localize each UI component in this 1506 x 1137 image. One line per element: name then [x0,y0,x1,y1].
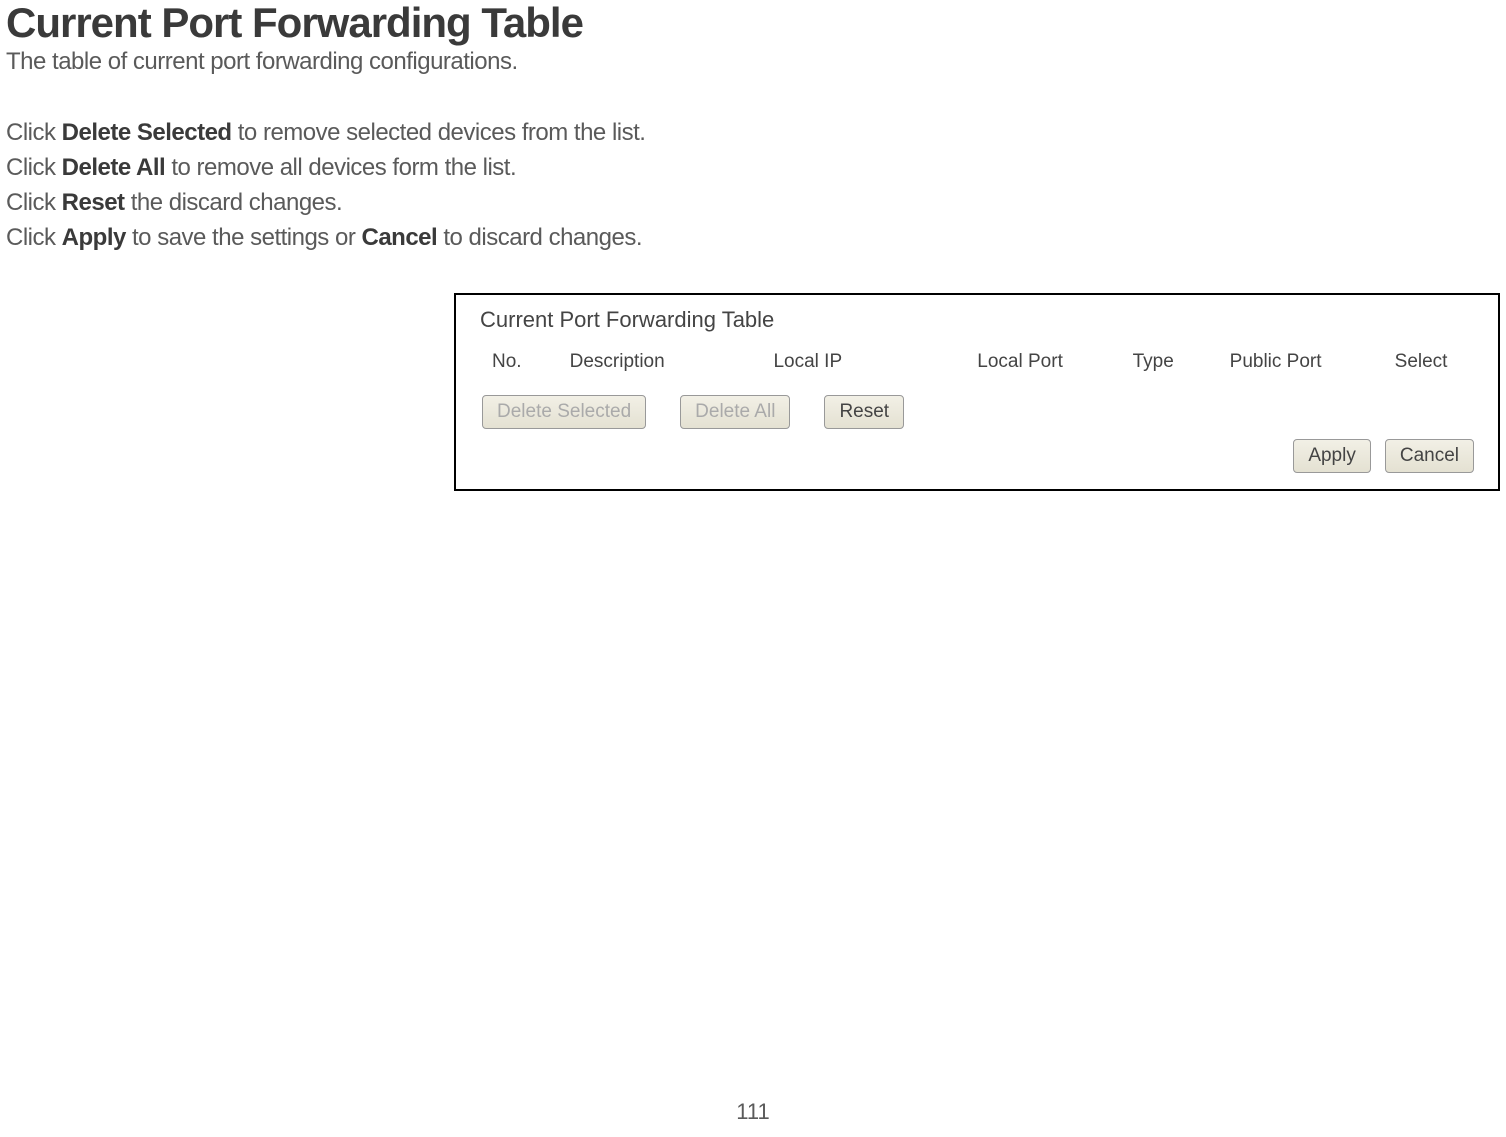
column-header-no: No. [492,351,570,373]
column-header-description: Description [570,351,774,373]
text: Click [6,224,62,251]
text: the discard changes. [125,189,343,216]
instruction-line-1: Click Delete Selected to remove selected… [6,116,1506,151]
port-forwarding-panel: Current Port Forwarding Table No. Descri… [454,293,1500,491]
action-button-row: Delete Selected Delete All Reset [472,395,1482,429]
bold-text: Delete Selected [62,119,232,146]
instruction-line-3: Click Reset the discard changes. [6,186,1506,221]
delete-all-button[interactable]: Delete All [680,395,790,429]
apply-button[interactable]: Apply [1293,439,1371,473]
panel-title: Current Port Forwarding Table [472,307,1482,333]
footer-button-row: Apply Cancel [472,439,1482,473]
instruction-line-4: Click Apply to save the settings or Canc… [6,221,1506,256]
column-header-select: Select [1395,351,1482,373]
instruction-line-2: Click Delete All to remove all devices f… [6,151,1506,186]
bold-text: Apply [62,224,126,251]
reset-button[interactable]: Reset [824,395,904,429]
bold-text: Reset [62,189,125,216]
bold-text: Delete All [62,154,165,181]
instructions-block: Click Delete Selected to remove selected… [0,116,1506,255]
table-header-row: No. Description Local IP Local Port Type… [472,351,1482,373]
text: to discard changes. [437,224,642,251]
column-header-local-port: Local Port [977,351,1132,373]
text: Click [6,189,62,216]
text: Click [6,154,62,181]
column-header-type: Type [1133,351,1230,373]
delete-selected-button[interactable]: Delete Selected [482,395,646,429]
text: to save the settings or [126,224,362,251]
text: to remove all devices form the list. [165,154,516,181]
text: Click [6,119,62,146]
column-header-local-ip: Local IP [773,351,977,373]
bold-text: Cancel [361,224,437,251]
page-number: 111 [736,1099,769,1125]
page-subtitle: The table of current port forwarding con… [0,48,1506,76]
column-header-public-port: Public Port [1230,351,1395,373]
text: to remove selected devices from the list… [232,119,646,146]
page-title: Current Port Forwarding Table [0,0,1506,46]
cancel-button[interactable]: Cancel [1385,439,1474,473]
